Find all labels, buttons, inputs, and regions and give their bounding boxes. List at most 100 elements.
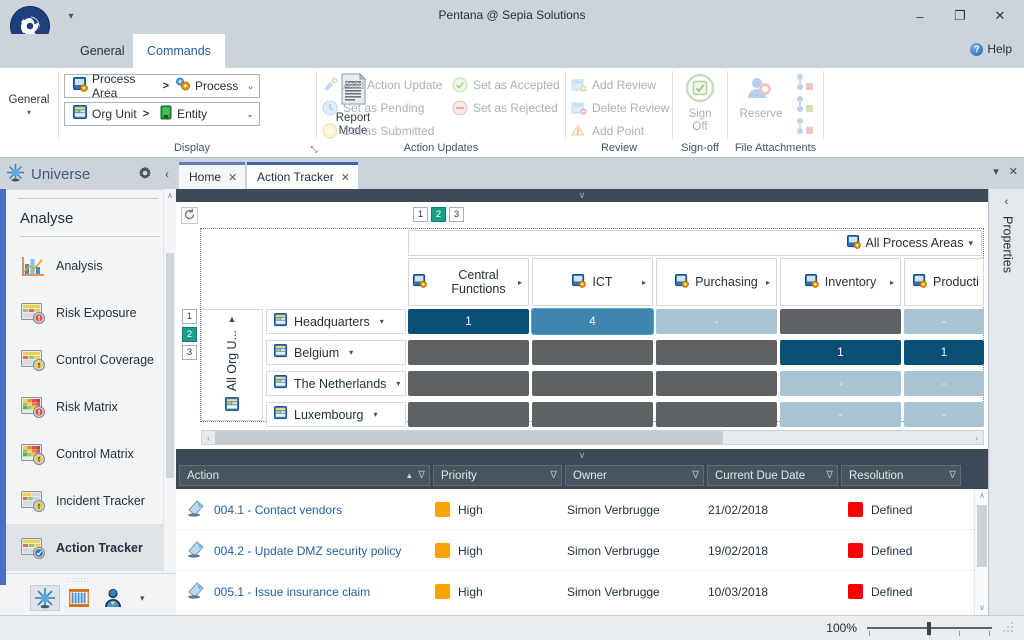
grid-vertical-scrollbar[interactable]: ∧ ∨	[974, 489, 988, 615]
reserve-button[interactable]: Reserve	[733, 74, 789, 121]
grid-column-current-due-date[interactable]: Current Due Date ∇	[707, 465, 838, 486]
matrix-cell[interactable]: -	[904, 402, 984, 427]
matrix-cell[interactable]	[532, 402, 653, 427]
matrix-cell[interactable]: -	[656, 309, 777, 334]
chevron-down-icon[interactable]: ⌄	[242, 81, 259, 92]
grid-column-resolution[interactable]: Resolution ∇	[841, 465, 961, 486]
grid-column-action[interactable]: Action ▲ ∇	[179, 465, 430, 486]
properties-label[interactable]: Properties	[999, 216, 1015, 273]
process-area-process-combo[interactable]: Process Area > Process ⌄	[64, 74, 260, 98]
table-row[interactable]: 005.1 - Issue insurance claimHighSimon V…	[176, 571, 974, 612]
grid-column-owner[interactable]: Owner ∇	[565, 465, 704, 486]
module-user-button[interactable]	[98, 585, 128, 611]
scrollbar-thumb[interactable]	[215, 431, 723, 444]
matrix-cell[interactable]	[408, 402, 529, 427]
row-level-1[interactable]: 1	[182, 309, 197, 324]
sidebar-item-risk-matrix[interactable]: Risk Matrix	[6, 383, 170, 430]
drill-down-arrow-icon[interactable]: ▸	[642, 278, 646, 287]
action-cell[interactable]: 005.1 - Issue insurance claim	[186, 571, 370, 612]
properties-collapse-button[interactable]: ‹	[989, 196, 1024, 208]
matrix-cell[interactable]: 4	[532, 309, 653, 334]
grid-column-priority[interactable]: Priority ∇	[433, 465, 562, 486]
matrix-cell[interactable]: 1	[780, 340, 901, 365]
minimize-button[interactable]: –	[900, 2, 940, 30]
matrix-column-header-central-functions[interactable]: Central Functions ▸	[408, 258, 529, 306]
attachment-action-3-button[interactable]	[791, 116, 817, 140]
sidebar-collapse-button[interactable]: ‹	[158, 167, 176, 181]
filter-icon[interactable]: ∇	[949, 470, 956, 481]
matrix-cell[interactable]	[408, 340, 529, 365]
close-document-icon[interactable]: ✕	[1009, 165, 1018, 178]
set-as-pending-command[interactable]: Set as Pending	[320, 98, 424, 118]
matrix-cell[interactable]: -	[780, 402, 901, 427]
resize-grip[interactable]	[1002, 621, 1016, 635]
matrix-column-header-inventory[interactable]: Inventory ▸	[780, 258, 901, 306]
zoom-slider-knob[interactable]	[927, 622, 931, 635]
matrix-collapse-strip[interactable]: ∨	[176, 189, 988, 202]
matrix-cell[interactable]: -	[904, 309, 984, 334]
close-button[interactable]: ✕	[980, 2, 1020, 30]
sidebar-scrollbar[interactable]: ∧ ∨	[163, 189, 175, 585]
matrix-row-header-the-netherlands[interactable]: The Netherlands ▾	[266, 371, 406, 396]
delete-review-command[interactable]: Delete Review	[569, 98, 669, 118]
table-row[interactable]: 004.2 - Update DMZ security policyHighSi…	[176, 530, 974, 571]
zoom-slider[interactable]	[867, 620, 992, 636]
doc-tab-action-tracker[interactable]: Action Tracker ✕	[247, 162, 358, 189]
matrix-cell[interactable]	[656, 402, 777, 427]
scrollbar-thumb[interactable]	[166, 253, 174, 478]
process-area-axis-selector[interactable]: All Process Areas ▾	[408, 230, 982, 256]
matrix-column-header-production[interactable]: Producti	[904, 258, 984, 306]
chevron-down-icon[interactable]: ⌄	[241, 109, 259, 120]
grid-collapse-strip[interactable]: ∨	[176, 449, 988, 462]
sidebar-item-analysis[interactable]: Analysis	[6, 242, 170, 289]
matrix-column-header-ict[interactable]: ICT ▸	[532, 258, 653, 306]
scrollbar-track[interactable]	[215, 431, 970, 444]
sidebar-item-control-coverage[interactable]: Control Coverage	[6, 336, 170, 383]
sidebar-item-incident-tracker[interactable]: Incident Tracker	[6, 477, 170, 524]
module-more-caret[interactable]: ▾	[140, 593, 145, 604]
org-unit-entity-combo[interactable]: Org Unit > Entity ⌄	[64, 102, 260, 126]
sign-off-button[interactable]: Sign Off	[674, 72, 726, 134]
set-as-accepted-command[interactable]: Set as Accepted	[450, 75, 560, 95]
matrix-cell[interactable]: 1	[904, 340, 984, 365]
row-level-3[interactable]: 3	[182, 345, 197, 360]
matrix-cell[interactable]	[532, 371, 653, 396]
refresh-icon[interactable]	[181, 207, 198, 224]
scrollbar-thumb[interactable]	[977, 505, 987, 567]
scroll-left-arrow[interactable]: ‹	[202, 433, 215, 443]
column-level-3[interactable]: 3	[449, 207, 464, 222]
doc-tab-home[interactable]: Home ✕	[179, 162, 245, 189]
tab-commands[interactable]: Commands	[133, 34, 225, 68]
matrix-row-header-headquarters[interactable]: Headquarters ▾	[266, 309, 406, 334]
matrix-column-header-purchasing[interactable]: Purchasing ▸	[656, 258, 777, 306]
scroll-right-arrow[interactable]: ›	[970, 433, 983, 443]
matrix-horizontal-scrollbar[interactable]: ‹ ›	[201, 430, 984, 445]
gear-icon[interactable]	[138, 166, 152, 183]
drill-down-arrow-icon[interactable]: ▸	[766, 278, 770, 287]
scroll-up-arrow[interactable]: ∧	[975, 489, 989, 503]
attachment-action-2-button[interactable]	[791, 94, 817, 118]
drag-grip[interactable]: ::::::::	[66, 577, 90, 584]
matrix-cell[interactable]: -	[780, 371, 901, 396]
help-button[interactable]: ? Help	[970, 42, 1012, 56]
maximize-button[interactable]: ❐	[940, 2, 980, 30]
table-row[interactable]: 004.1 - Contact vendorsHighSimon Verbrug…	[176, 489, 974, 530]
chevron-down-icon[interactable]: ▾	[374, 410, 378, 419]
scroll-down-arrow[interactable]: ∨	[975, 601, 989, 615]
sidebar-item-risk-exposure[interactable]: Risk Exposure	[6, 289, 170, 336]
attachment-action-1-button[interactable]	[791, 72, 817, 96]
sidebar-item-action-tracker[interactable]: Action Tracker	[6, 524, 170, 571]
sort-ascending-icon[interactable]: ▲	[405, 471, 413, 480]
org-unit-axis-selector[interactable]: ▲ All Org U...	[201, 309, 263, 421]
general-dropdown-button[interactable]: General ▾	[2, 70, 56, 140]
drill-down-arrow-icon[interactable]: ▸	[890, 278, 894, 287]
quick-access-toolbar-caret[interactable]: ▾	[62, 10, 80, 24]
filter-icon[interactable]: ∇	[692, 470, 699, 481]
matrix-row-header-luxembourg[interactable]: Luxembourg ▾	[266, 402, 406, 427]
matrix-cell[interactable]: 1	[408, 309, 529, 334]
scroll-up-arrow-icon[interactable]: ▲	[228, 314, 237, 324]
add-review-command[interactable]: Add Review	[569, 75, 656, 95]
tab-general[interactable]: General	[66, 34, 138, 68]
action-cell[interactable]: 004.2 - Update DMZ security policy	[186, 530, 401, 571]
filter-icon[interactable]: ∇	[550, 470, 557, 481]
